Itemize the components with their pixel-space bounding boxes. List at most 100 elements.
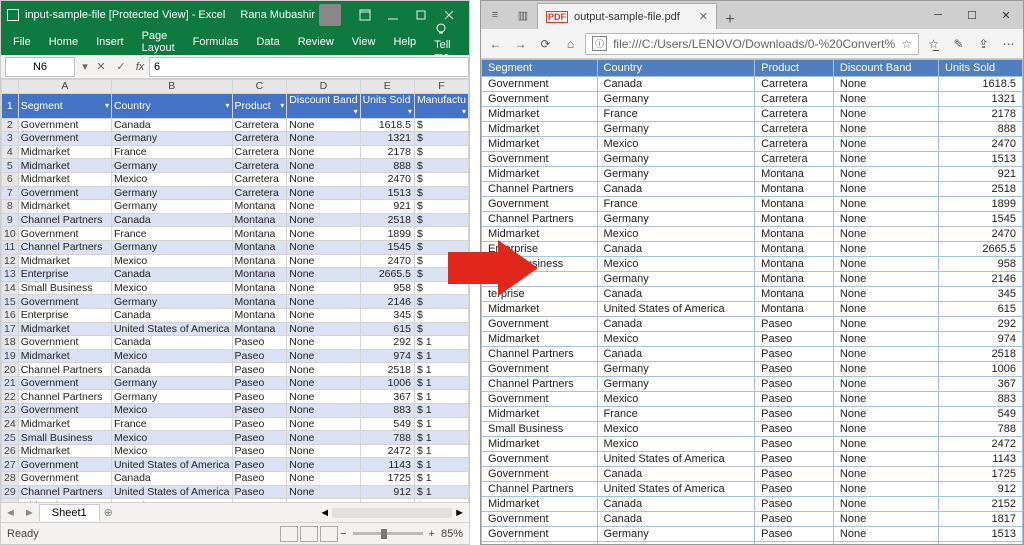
table-cell[interactable]: Paseo [232, 349, 287, 363]
table-cell[interactable]: None [287, 417, 360, 431]
column-header[interactable]: E [360, 80, 414, 94]
table-cell[interactable]: Channel Partners [18, 240, 111, 254]
table-cell[interactable]: None [287, 322, 360, 336]
table-cell[interactable]: Midmarket [18, 349, 111, 363]
table-cell[interactable]: Midmarket [18, 254, 111, 268]
table-cell[interactable]: Government [18, 458, 111, 472]
table-cell[interactable]: Midmarket [18, 499, 111, 502]
table-cell[interactable]: $ [414, 159, 468, 173]
table-cell[interactable]: Midmarket [18, 417, 111, 431]
table-cell[interactable]: 292 [360, 336, 414, 350]
table-cell[interactable]: Montana [232, 227, 287, 241]
close-button[interactable] [435, 3, 463, 27]
address-bar[interactable]: ⓘ file:///C:/Users/LENOVO/Downloads/0-%2… [585, 33, 919, 55]
table-cell[interactable]: Government [18, 336, 111, 350]
table-cell[interactable]: France [111, 145, 232, 159]
table-cell[interactable]: Midmarket [18, 172, 111, 186]
scroll-left-icon[interactable]: ◄ [319, 507, 330, 519]
table-cell[interactable]: Enterprise [18, 268, 111, 282]
table-cell[interactable]: Canada [111, 336, 232, 350]
table-cell[interactable]: Germany [111, 390, 232, 404]
table-cell[interactable]: Channel Partners [18, 390, 111, 404]
table-cell[interactable]: $ [414, 227, 468, 241]
table-cell[interactable]: United States of America [111, 485, 232, 499]
row-header[interactable]: 30 [2, 499, 19, 502]
table-header-cell[interactable]: Product▾ [232, 93, 287, 118]
table-cell[interactable]: Paseo [232, 485, 287, 499]
table-cell[interactable]: France [111, 417, 232, 431]
normal-view-icon[interactable] [280, 526, 298, 542]
table-cell[interactable]: Midmarket [18, 159, 111, 173]
table-cell[interactable]: $ [414, 295, 468, 309]
zoom-in-icon[interactable]: + [429, 528, 435, 540]
table-cell[interactable]: None [287, 336, 360, 350]
table-cell[interactable]: Mexico [111, 431, 232, 445]
favorites-button[interactable]: ☆̲ [923, 31, 944, 57]
row-header[interactable]: 21 [2, 376, 19, 390]
table-cell[interactable]: 888 [360, 159, 414, 173]
table-cell[interactable]: Paseo [232, 404, 287, 418]
select-all-button[interactable] [2, 80, 19, 94]
table-cell[interactable]: Germany [111, 200, 232, 214]
table-cell[interactable]: 2470 [360, 172, 414, 186]
table-cell[interactable]: Enterprise [18, 308, 111, 322]
edge-close-button[interactable]: ✕ [989, 1, 1023, 29]
table-cell[interactable]: 1143 [360, 458, 414, 472]
table-cell[interactable]: Government [18, 118, 111, 132]
home-button[interactable]: ⌂ [560, 31, 581, 57]
more-button[interactable]: ⋯ [998, 31, 1019, 57]
tab-data[interactable]: Data [248, 32, 287, 52]
tab-view[interactable]: View [344, 32, 384, 52]
column-header[interactable]: C [232, 80, 287, 94]
table-cell[interactable]: Paseo [232, 458, 287, 472]
table-cell[interactable]: Germany [111, 132, 232, 146]
table-cell[interactable]: Carretera [232, 186, 287, 200]
back-button[interactable]: ← [485, 31, 506, 57]
table-cell[interactable]: 615 [360, 322, 414, 336]
row-header[interactable]: 26 [2, 444, 19, 458]
scroll-track[interactable] [332, 508, 452, 518]
filter-icon[interactable]: ▾ [226, 100, 230, 112]
table-cell[interactable]: Government [18, 472, 111, 486]
table-cell[interactable]: 883 [360, 404, 414, 418]
table-cell[interactable]: None [287, 472, 360, 486]
table-cell[interactable]: $ [414, 200, 468, 214]
table-cell[interactable]: Montana [232, 213, 287, 227]
table-cell[interactable]: None [287, 390, 360, 404]
table-cell[interactable]: $ [414, 132, 468, 146]
page-layout-view-icon[interactable] [300, 526, 318, 542]
table-cell[interactable]: Carretera [232, 172, 287, 186]
refresh-button[interactable]: ⟳ [535, 31, 556, 57]
table-cell[interactable]: Mexico [111, 172, 232, 186]
row-header[interactable]: 2 [2, 118, 19, 132]
table-cell[interactable]: Montana [232, 281, 287, 295]
edge-minimize-button[interactable]: ─ [921, 1, 955, 29]
table-cell[interactable]: None [287, 213, 360, 227]
table-cell[interactable]: None [287, 132, 360, 146]
sheet-next-icon[interactable]: ► [20, 507, 39, 519]
table-cell[interactable]: Paseo [232, 431, 287, 445]
table-cell[interactable]: None [287, 118, 360, 132]
row-header[interactable]: 1 [2, 93, 19, 118]
table-cell[interactable]: $ [414, 322, 468, 336]
filter-icon[interactable]: ▾ [462, 106, 466, 118]
table-cell[interactable]: Midmarket [18, 322, 111, 336]
row-header[interactable]: 28 [2, 472, 19, 486]
row-header[interactable]: 3 [2, 132, 19, 146]
table-cell[interactable]: 549 [360, 417, 414, 431]
table-cell[interactable]: Government [18, 404, 111, 418]
table-cell[interactable]: Mexico [111, 254, 232, 268]
column-header[interactable]: B [111, 80, 232, 94]
table-cell[interactable]: Channel Partners [18, 213, 111, 227]
forward-button[interactable]: → [510, 31, 531, 57]
table-cell[interactable]: Canada [111, 118, 232, 132]
table-cell[interactable]: None [287, 349, 360, 363]
page-break-view-icon[interactable] [320, 526, 338, 542]
tab-help[interactable]: Help [385, 32, 424, 52]
row-header[interactable]: 8 [2, 200, 19, 214]
enter-formula-icon[interactable]: ✓ [111, 60, 131, 73]
table-cell[interactable]: Mexico [111, 281, 232, 295]
row-header[interactable]: 22 [2, 390, 19, 404]
table-cell[interactable]: United States of America [111, 458, 232, 472]
name-box[interactable]: N6 [5, 57, 75, 77]
